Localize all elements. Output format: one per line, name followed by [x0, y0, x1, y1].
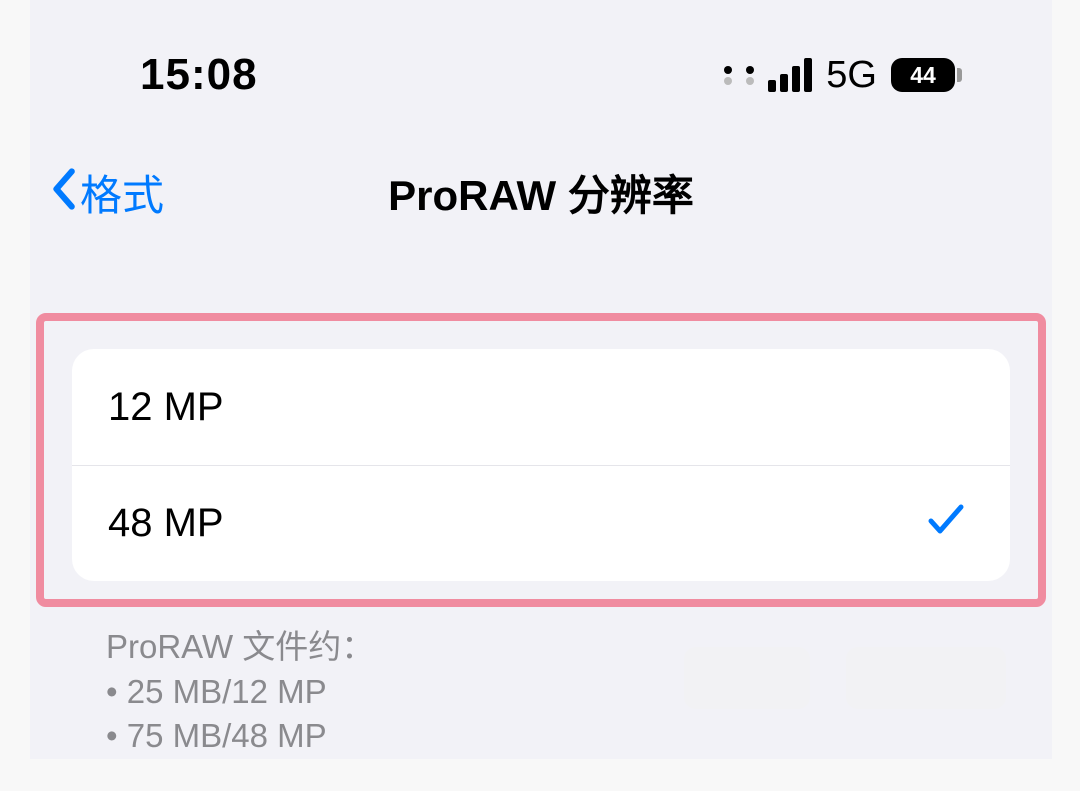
chevron-left-icon: [48, 166, 78, 220]
options-card: 12 MP 48 MP: [72, 349, 1010, 581]
nav-bar: 格式 ProRAW 分辨率: [30, 110, 1052, 233]
network-label: 5G: [826, 54, 877, 97]
footer-line: • 75 MB/48 MP: [106, 714, 1004, 759]
checkmark-icon: [924, 496, 966, 551]
signal-indicator: [724, 58, 812, 92]
option-row-48mp[interactable]: 48 MP: [72, 465, 1010, 581]
battery-indicator: 44: [891, 58, 962, 92]
page-title: ProRAW 分辨率: [388, 162, 694, 223]
highlight-annotation: 12 MP 48 MP: [36, 313, 1046, 607]
back-button[interactable]: 格式: [48, 162, 164, 223]
status-right: 5G 44: [724, 54, 962, 97]
back-label: 格式: [80, 162, 164, 223]
option-label: 48 MP: [108, 501, 224, 546]
battery-level: 44: [910, 62, 936, 89]
option-label: 12 MP: [108, 385, 224, 430]
status-time: 15:08: [140, 50, 258, 100]
status-bar: 15:08: [30, 40, 1052, 110]
option-row-12mp[interactable]: 12 MP: [72, 349, 1010, 465]
redaction-overlay: [684, 647, 1006, 709]
